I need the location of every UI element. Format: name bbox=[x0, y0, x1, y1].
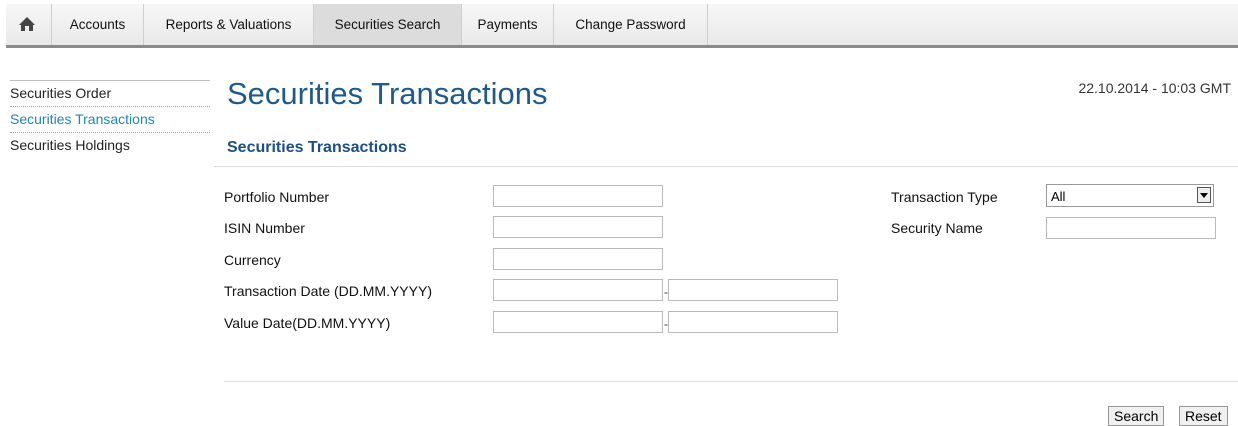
home-icon bbox=[19, 17, 35, 31]
nav-payments[interactable]: Payments bbox=[462, 4, 554, 45]
nav-home[interactable] bbox=[6, 4, 52, 45]
section-title: Securities Transactions bbox=[227, 139, 407, 156]
reset-button[interactable]: Reset bbox=[1179, 406, 1228, 426]
value-date-to-input[interactable] bbox=[668, 311, 838, 333]
datetime: 22.10.2014 - 10:03 GMT bbox=[1078, 80, 1231, 96]
transaction-type-label: Transaction Type bbox=[891, 189, 998, 205]
transaction-type-value: All bbox=[1051, 189, 1066, 204]
currency-label: Currency bbox=[224, 252, 281, 268]
isin-number-label: ISIN Number bbox=[224, 220, 305, 236]
top-nav: Accounts Reports & Valuations Securities… bbox=[6, 4, 1238, 48]
portfolio-number-input[interactable] bbox=[493, 185, 663, 207]
transaction-date-from-input[interactable] bbox=[493, 279, 663, 301]
value-date-label: Value Date(DD.MM.YYYY) bbox=[224, 315, 391, 331]
sidebar-item-securities-transactions[interactable]: Securities Transactions bbox=[10, 106, 210, 132]
sidebar-item-securities-order[interactable]: Securities Order bbox=[10, 80, 210, 106]
isin-number-input[interactable] bbox=[493, 216, 663, 238]
sidebar-item-securities-holdings[interactable]: Securities Holdings bbox=[10, 132, 210, 158]
page-title: Securities Transactions bbox=[227, 76, 548, 111]
sidebar: Securities Order Securities Transactions… bbox=[10, 80, 210, 158]
divider bbox=[214, 166, 1238, 167]
transaction-date-label: Transaction Date (DD.MM.YYYY) bbox=[224, 283, 432, 299]
value-date-from-input[interactable] bbox=[493, 311, 663, 333]
search-button[interactable]: Search bbox=[1108, 406, 1165, 426]
nav-change-password[interactable]: Change Password bbox=[554, 4, 708, 45]
nav-securities-search[interactable]: Securities Search bbox=[314, 4, 462, 45]
security-name-label: Security Name bbox=[891, 220, 983, 236]
nav-accounts[interactable]: Accounts bbox=[52, 4, 144, 45]
nav-reports-valuations[interactable]: Reports & Valuations bbox=[144, 4, 314, 45]
currency-input[interactable] bbox=[493, 248, 663, 270]
transaction-date-to-input[interactable] bbox=[668, 279, 838, 301]
chevron-down-icon[interactable] bbox=[1197, 187, 1211, 203]
portfolio-number-label: Portfolio Number bbox=[224, 189, 330, 205]
divider bbox=[224, 381, 1238, 382]
security-name-input[interactable] bbox=[1046, 217, 1216, 239]
transaction-type-select[interactable]: All bbox=[1046, 184, 1214, 207]
